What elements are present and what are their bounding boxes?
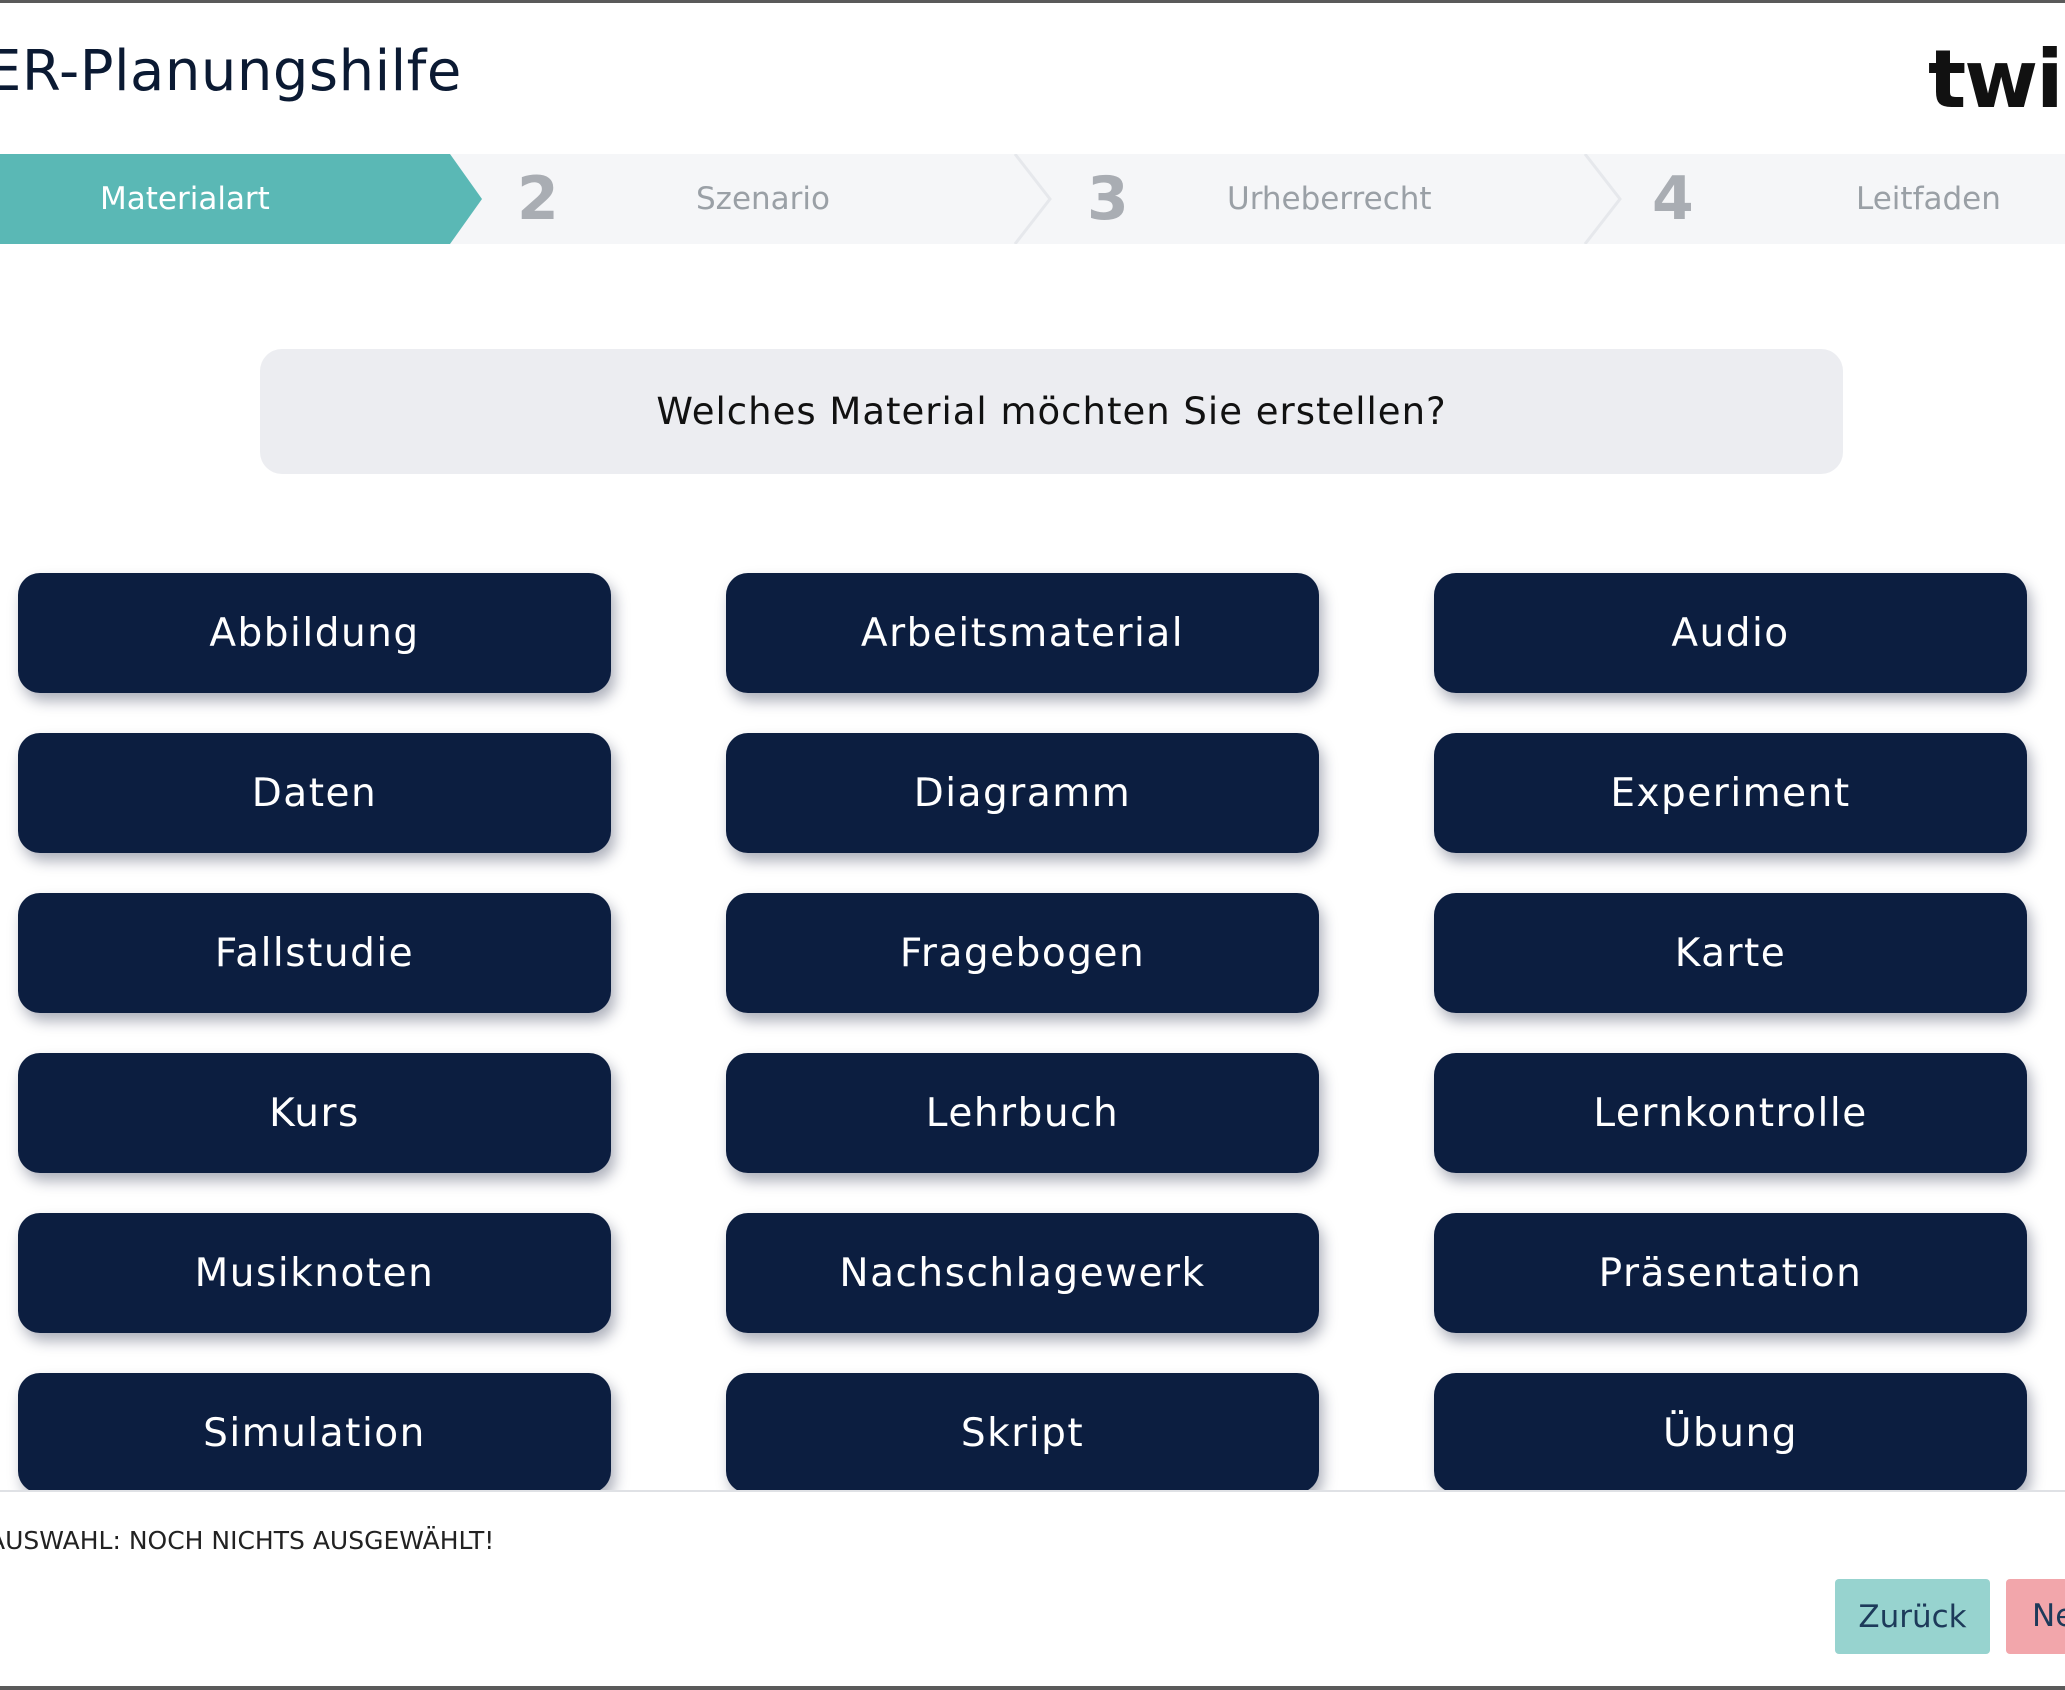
step-leitfaden[interactable]: 4 Leitfaden xyxy=(1620,154,2065,244)
step-number: 2 xyxy=(517,164,559,234)
twillo-logo[interactable]: twill xyxy=(1928,33,2065,126)
material-label: Präsentation xyxy=(1598,1250,1863,1296)
window-bottom-border xyxy=(0,1686,2065,1690)
material-button-musiknoten[interactable]: Musiknoten xyxy=(18,1213,611,1333)
material-button-kurs[interactable]: Kurs xyxy=(18,1053,611,1173)
material-label: Übung xyxy=(1663,1410,1798,1456)
step-label: Urheberrecht xyxy=(1227,181,1432,217)
material-button-fallstudie[interactable]: Fallstudie xyxy=(18,893,611,1013)
step-number: 3 xyxy=(1087,164,1129,234)
material-label: Daten xyxy=(251,770,378,816)
material-label: Diagramm xyxy=(913,770,1132,816)
material-button-lernkontrolle[interactable]: Lernkontrolle xyxy=(1434,1053,2027,1173)
material-button-fragebogen[interactable]: Fragebogen xyxy=(726,893,1319,1013)
material-grid: Abbildung Arbeitsmaterial Audio Daten Di… xyxy=(0,560,2065,1490)
material-button-experiment[interactable]: Experiment xyxy=(1434,733,2027,853)
material-label: Experiment xyxy=(1610,770,1851,816)
back-button[interactable]: Zurück xyxy=(1835,1579,1990,1654)
material-button-arbeitsmaterial[interactable]: Arbeitsmaterial xyxy=(726,573,1319,693)
progress-stepper: Materialart 2 Szenario 3 Urheberrecht 4 … xyxy=(0,154,2065,244)
material-label: Musiknoten xyxy=(194,1250,435,1296)
back-button-label: Zurück xyxy=(1858,1598,1967,1635)
material-button-simulation[interactable]: Simulation xyxy=(18,1373,611,1490)
material-label: Kurs xyxy=(269,1090,360,1136)
material-label: Karte xyxy=(1674,930,1787,976)
step-label: Szenario xyxy=(696,181,830,217)
next-button[interactable]: Ne xyxy=(2006,1579,2065,1654)
selection-status: AUSWAHL: NOCH NICHTS AUSGEWÄHLT! xyxy=(0,1526,495,1555)
material-label: Fragebogen xyxy=(899,930,1146,976)
material-button-audio[interactable]: Audio xyxy=(1434,573,2027,693)
material-button-diagramm[interactable]: Diagramm xyxy=(726,733,1319,853)
question-box: Welches Material möchten Sie erstellen? xyxy=(260,349,1843,474)
step-label: Leitfaden xyxy=(1856,181,2001,217)
material-label: Abbildung xyxy=(209,610,420,656)
step-szenario[interactable]: 2 Szenario xyxy=(482,154,1052,244)
app-header: ER-Planungshilfe twill xyxy=(0,3,2065,153)
step-materialart[interactable]: Materialart xyxy=(0,154,482,244)
material-button-lehrbuch[interactable]: Lehrbuch xyxy=(726,1053,1319,1173)
material-label: Simulation xyxy=(203,1410,426,1456)
material-button-uebung[interactable]: Übung xyxy=(1434,1373,2027,1490)
question-text: Welches Material möchten Sie erstellen? xyxy=(656,390,1447,433)
step-separator-chevron xyxy=(1583,154,1622,244)
material-button-abbildung[interactable]: Abbildung xyxy=(18,573,611,693)
app-title: ER-Planungshilfe xyxy=(0,39,462,104)
material-label: Nachschlagewerk xyxy=(839,1250,1206,1296)
material-label: Lehrbuch xyxy=(925,1090,1120,1136)
material-label: Lernkontrolle xyxy=(1593,1090,1868,1136)
material-button-praesentation[interactable]: Präsentation xyxy=(1434,1213,2027,1333)
step-urheberrecht[interactable]: 3 Urheberrecht xyxy=(1052,154,1622,244)
material-label: Audio xyxy=(1671,610,1790,656)
step-separator-chevron xyxy=(1013,154,1052,244)
next-button-label: Ne xyxy=(2032,1598,2065,1634)
step-number: 4 xyxy=(1652,164,1694,234)
material-label: Arbeitsmaterial xyxy=(860,610,1185,656)
footer-divider xyxy=(0,1490,2065,1492)
step-label: Materialart xyxy=(100,181,270,217)
material-label: Skript xyxy=(960,1410,1085,1456)
material-button-karte[interactable]: Karte xyxy=(1434,893,2027,1013)
material-button-nachschlagewerk[interactable]: Nachschlagewerk xyxy=(726,1213,1319,1333)
material-button-daten[interactable]: Daten xyxy=(18,733,611,853)
material-button-skript[interactable]: Skript xyxy=(726,1373,1319,1490)
material-label: Fallstudie xyxy=(214,930,415,976)
